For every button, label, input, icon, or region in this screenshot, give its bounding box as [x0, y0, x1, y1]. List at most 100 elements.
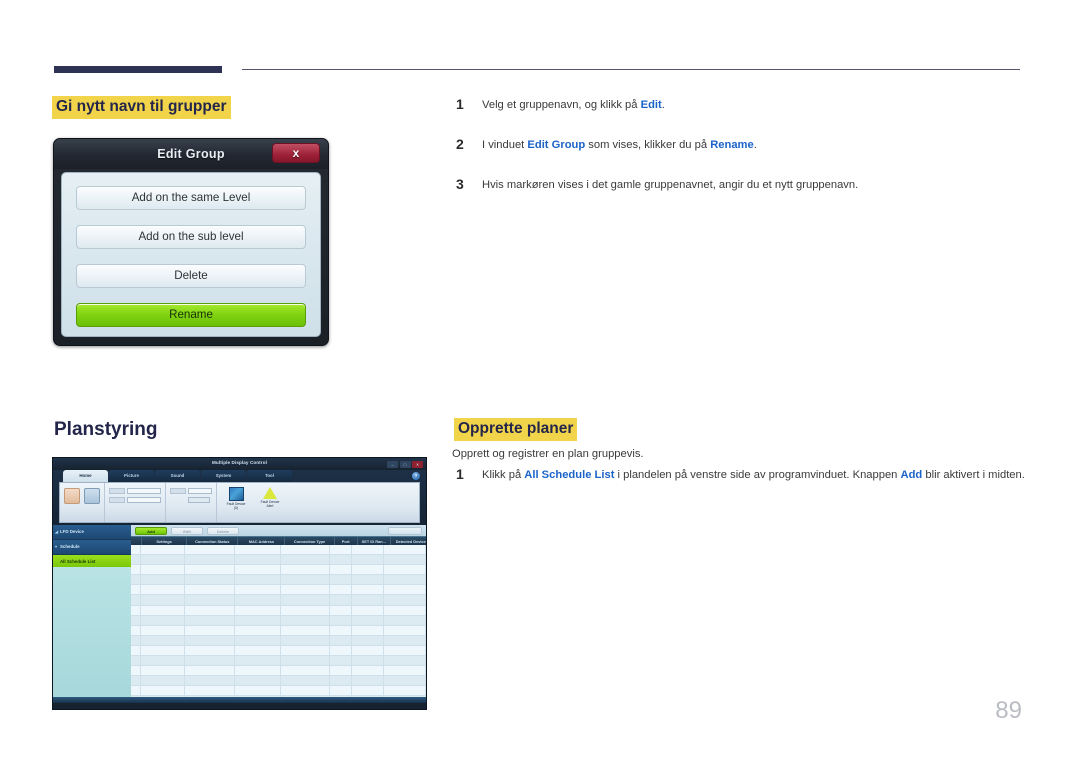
table-row[interactable]	[131, 595, 426, 606]
table-cell	[185, 656, 236, 666]
table-cell	[235, 676, 282, 686]
minimize-icon[interactable]: –	[387, 460, 398, 468]
volume-label	[170, 488, 186, 494]
table-cell	[330, 686, 352, 696]
table-row[interactable]	[131, 545, 426, 556]
table-cell	[352, 635, 384, 645]
edit-button[interactable]: Edit	[171, 526, 203, 535]
app-body: ◢ LFD Device ▾ Schedule All Schedule Lis…	[53, 525, 426, 703]
tab-home[interactable]: Home	[63, 470, 108, 482]
toolbar-extra-button[interactable]	[388, 526, 422, 535]
step-number: 3	[456, 176, 464, 192]
dialog-body: Add on the same Level Add on the sub lev…	[61, 172, 321, 337]
close-icon[interactable]: ✕	[412, 460, 423, 468]
table-cell	[185, 666, 236, 676]
help-icon[interactable]: ?	[412, 472, 420, 480]
table-row[interactable]	[131, 565, 426, 576]
table-row[interactable]	[131, 625, 426, 636]
table-cell	[131, 565, 142, 575]
table-cell	[131, 585, 142, 595]
mute-button[interactable]	[188, 497, 210, 503]
table-row[interactable]	[131, 555, 426, 566]
steps-rename: 1 Velg et gruppenavn, og klikk på Edit. 2 I…	[452, 96, 1032, 197]
table-row[interactable]	[131, 615, 426, 626]
table-cell	[352, 585, 384, 595]
power-on-icon[interactable]	[64, 488, 80, 504]
fault-device-icon[interactable]: Fault Device (0)	[221, 485, 251, 511]
sidebar-item-schedule[interactable]: ▾ Schedule	[53, 540, 131, 555]
table-cell	[235, 635, 282, 645]
table-cell	[352, 645, 384, 656]
sidebar-item-label: Schedule	[60, 544, 80, 549]
table-cell	[352, 625, 384, 635]
step-item: 2 I vinduet Edit Group som vises, klikker…	[452, 136, 1032, 157]
close-icon[interactable]: x	[272, 143, 320, 163]
volume-select[interactable]	[188, 488, 212, 494]
table-row[interactable]	[131, 605, 426, 616]
step-text: Velg et gruppenavn, og klikk på Edit.	[482, 99, 665, 111]
table-cell	[131, 666, 142, 676]
table-cell	[185, 645, 236, 656]
table-row[interactable]	[131, 656, 426, 667]
table-cell	[384, 645, 426, 656]
table-cell	[281, 676, 330, 686]
action-toolbar: Add Edit Delete	[131, 525, 426, 536]
table-cell	[141, 666, 186, 676]
table-row[interactable]	[131, 635, 426, 646]
tab-system[interactable]: System	[201, 470, 246, 482]
add-button[interactable]: Add	[135, 526, 167, 535]
chevron-down-icon: ▾	[55, 544, 58, 549]
add-sub-level-button[interactable]: Add on the sub level	[76, 225, 306, 249]
table-cell	[281, 555, 330, 565]
table-row[interactable]	[131, 575, 426, 586]
table-cell	[131, 645, 142, 656]
table-cell	[330, 585, 352, 595]
step-text: Klikk på All Schedule List i plandelen p…	[482, 469, 1025, 481]
table-row[interactable]	[131, 686, 426, 697]
fault-device-alert-icon[interactable]: Fault Device Alert	[255, 485, 285, 509]
step-text: I vinduet Edit Group som vises, klikker …	[482, 139, 757, 151]
table-cell	[131, 605, 142, 615]
maximize-icon[interactable]: □	[399, 460, 411, 468]
table-cell	[384, 676, 426, 686]
step-number: 1	[456, 466, 464, 482]
tab-sound[interactable]: Sound	[155, 470, 200, 482]
table-cell	[185, 625, 236, 635]
table-cell	[141, 656, 186, 666]
app-statusbar	[53, 697, 426, 703]
add-same-level-button[interactable]: Add on the same Level	[76, 186, 306, 210]
table-cell	[141, 625, 186, 635]
table-cell	[141, 555, 186, 565]
table-row[interactable]	[131, 645, 426, 657]
window-buttons: – □ ✕	[387, 460, 423, 468]
table-cell	[384, 585, 426, 595]
sidebar-item-label: All Schedule List	[60, 559, 96, 564]
app-sidebar: ◢ LFD Device ▾ Schedule All Schedule Lis…	[53, 525, 131, 703]
table-cell	[141, 676, 186, 686]
table-cell	[330, 575, 352, 585]
table-cell	[384, 605, 426, 615]
delete-button[interactable]: Delete	[76, 264, 306, 288]
table-cell	[131, 555, 142, 565]
delete-button[interactable]: Delete	[207, 526, 239, 535]
table-cell	[281, 666, 330, 676]
table-cell	[330, 615, 352, 625]
dialog-title-text: Edit Group	[157, 147, 225, 161]
rename-button[interactable]: Rename	[76, 303, 306, 327]
input-select[interactable]	[127, 488, 161, 494]
tab-tool[interactable]: Tool	[247, 470, 292, 482]
table-row[interactable]	[131, 676, 426, 687]
power-off-icon[interactable]	[84, 488, 100, 504]
table-cell	[352, 666, 384, 676]
fault-device-glyph	[228, 487, 244, 501]
table-cell	[131, 686, 142, 696]
table-cell	[281, 605, 330, 615]
ribbon-panel: Fault Device (0) Fault Device Alert	[59, 482, 420, 523]
table-row[interactable]	[131, 666, 426, 677]
sidebar-item-lfd-device[interactable]: ◢ LFD Device	[53, 525, 131, 540]
table-row[interactable]	[131, 585, 426, 596]
tab-picture[interactable]: Picture	[109, 470, 154, 482]
table-cell	[384, 565, 426, 575]
chevron-icon: ◢	[55, 529, 59, 534]
channel-select[interactable]	[127, 497, 161, 503]
